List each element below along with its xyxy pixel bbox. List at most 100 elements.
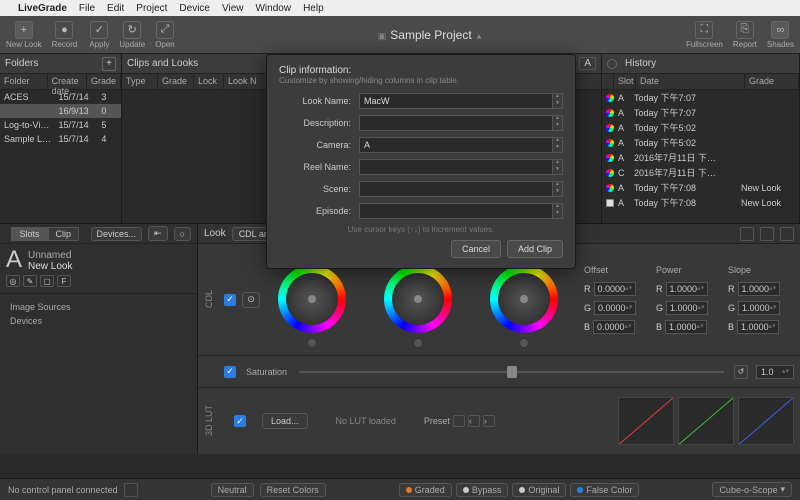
cdl-label: CDL [204, 290, 218, 308]
stepper[interactable]: ▲▼ [553, 159, 563, 175]
filter-value[interactable]: A [579, 57, 596, 70]
mode-bypass[interactable]: Bypass [456, 483, 509, 497]
folder-row[interactable]: Log-to-Vi…15/7/145 [0, 118, 121, 132]
slot-icon-1[interactable]: ◎ [6, 275, 20, 287]
add-clip-button[interactable]: Add Clip [507, 240, 563, 258]
folder-row[interactable]: ACES15/7/143 [0, 90, 121, 104]
stepper[interactable]: ▲▼ [553, 137, 563, 153]
field-input-2[interactable] [359, 137, 553, 153]
slope-b-input[interactable]: 1.0000▴▾ [737, 320, 779, 334]
saturation-slider[interactable] [299, 371, 724, 373]
slot-a[interactable]: A Unnamed New Look ◎✎▢F [0, 244, 197, 294]
new-look-button[interactable]: +New Look [6, 21, 42, 49]
look-action-2[interactable] [760, 227, 774, 241]
power-r-input[interactable]: 1.0000▴▾ [666, 282, 708, 296]
menu-help[interactable]: Help [303, 3, 324, 14]
history-row[interactable]: AToday 下午7:08New Look [602, 195, 799, 210]
history-row[interactable]: A2016年7月11日 下… [602, 150, 799, 165]
offset-g-input[interactable]: 0.0000▴▾ [594, 301, 636, 315]
folder-row[interactable]: Sample L…15/7/144 [0, 132, 121, 146]
open-button[interactable]: ⤢Open [155, 21, 175, 49]
scope-button[interactable]: Cube-o-Scope ▾ [712, 482, 792, 497]
saturation-value[interactable]: 1.0▴▾ [756, 365, 794, 379]
app-name[interactable]: LiveGrade [18, 3, 67, 14]
preset-prev-icon[interactable]: ‹ [468, 415, 480, 427]
power-g-input[interactable]: 1.0000▴▾ [666, 301, 708, 315]
field-input-1[interactable] [359, 115, 553, 131]
history-target-icon[interactable] [607, 59, 617, 69]
tab-clip[interactable]: Clip [48, 227, 80, 241]
neutral-button[interactable]: Neutral [211, 483, 254, 497]
menu-file[interactable]: File [79, 3, 95, 14]
slope-g-input[interactable]: 1.0000▴▾ [738, 301, 780, 315]
tree-image-sources[interactable]: Image Sources [10, 300, 187, 314]
history-row[interactable]: AToday 下午7:07 [602, 105, 799, 120]
slot-reset[interactable]: ○ [174, 227, 191, 241]
stepper[interactable]: ▲▼ [553, 115, 563, 131]
mode-false-color[interactable]: False Color [570, 483, 639, 497]
field-input-5[interactable] [359, 203, 553, 219]
saturation-reset-button[interactable]: ↺ [734, 365, 748, 379]
history-row[interactable]: AToday 下午7:07 [602, 90, 799, 105]
history-row[interactable]: AToday 下午7:08New Look [602, 180, 799, 195]
menu-view[interactable]: View [222, 3, 244, 14]
color-wheel-slope[interactable] [490, 265, 558, 333]
power-b-input[interactable]: 1.0000▴▾ [665, 320, 707, 334]
field-input-4[interactable] [359, 181, 553, 197]
look-action-3[interactable] [780, 227, 794, 241]
luma-knob[interactable] [413, 338, 423, 348]
look-action-1[interactable] [740, 227, 754, 241]
update-button[interactable]: ↻Update [119, 21, 145, 49]
lut-preset[interactable]: Preset‹› [424, 415, 495, 427]
mode-graded[interactable]: Graded [399, 483, 452, 497]
slot-nav-prev[interactable]: ⇤ [148, 226, 168, 241]
history-row[interactable]: AToday 下午5:02 [602, 120, 799, 135]
apply-button[interactable]: ✓Apply [89, 21, 109, 49]
slot-icon-2[interactable]: ✎ [23, 275, 37, 287]
add-folder-button[interactable]: + [102, 57, 116, 71]
preset-next-icon[interactable]: › [483, 415, 495, 427]
mode-original[interactable]: Original [512, 483, 566, 497]
field-input-3[interactable] [359, 159, 553, 175]
panel-icon[interactable] [124, 483, 138, 497]
color-wheel-offset[interactable] [278, 265, 346, 333]
offset-b-input[interactable]: 0.0000▴▾ [593, 320, 635, 334]
dialog-hint: Use cursor keys (↑↓) to increment values… [279, 225, 563, 234]
offset-r-input[interactable]: 0.0000▴▾ [594, 282, 636, 296]
menu-window[interactable]: Window [255, 3, 291, 14]
menu-device[interactable]: Device [179, 3, 210, 14]
stepper[interactable]: ▲▼ [553, 203, 563, 219]
report-button[interactable]: ⎘Report [733, 21, 757, 49]
history-row[interactable]: AToday 下午5:02 [602, 135, 799, 150]
color-wheel-power[interactable] [384, 265, 452, 333]
history-row[interactable]: C2016年7月11日 下… [602, 165, 799, 180]
folder-row[interactable]: 16/9/130 [0, 104, 121, 118]
saturation-enable-checkbox[interactable]: ✓ [224, 366, 236, 378]
devices-button[interactable]: Devices... [91, 227, 143, 241]
colorwheel-icon [606, 169, 614, 177]
reset-colors-button[interactable]: Reset Colors [260, 483, 326, 497]
project-title[interactable]: ▣Sample Project ▲ [175, 28, 686, 42]
shades-button[interactable]: ∞Shades [767, 21, 794, 49]
slot-icon-3[interactable]: ▢ [40, 275, 54, 287]
menu-project[interactable]: Project [136, 3, 167, 14]
cdl-enable-checkbox[interactable]: ✓ [224, 294, 236, 306]
clip-info-dialog: Clip information: Customize by showing/h… [266, 54, 576, 269]
slope-r-input[interactable]: 1.0000▴▾ [738, 282, 780, 296]
menu-edit[interactable]: Edit [107, 3, 124, 14]
cdl-inspect-button[interactable]: ⊙ [242, 292, 260, 308]
luma-knob[interactable] [519, 338, 529, 348]
stepper[interactable]: ▲▼ [553, 181, 563, 197]
tab-slots[interactable]: Slots [11, 227, 47, 241]
lut-enable-checkbox[interactable]: ✓ [234, 415, 246, 427]
field-input-0[interactable] [359, 93, 553, 109]
slot-icon-4[interactable]: F [57, 275, 71, 287]
slot-name: Unnamed [6, 250, 191, 261]
record-button[interactable]: ●Record [52, 21, 78, 49]
fullscreen-button[interactable]: ⛶Fullscreen [686, 21, 723, 49]
tree-devices[interactable]: Devices [10, 314, 187, 328]
stepper[interactable]: ▲▼ [553, 93, 563, 109]
lut-load-button[interactable]: Load... [262, 413, 308, 429]
luma-knob[interactable] [307, 338, 317, 348]
cancel-button[interactable]: Cancel [451, 240, 501, 258]
